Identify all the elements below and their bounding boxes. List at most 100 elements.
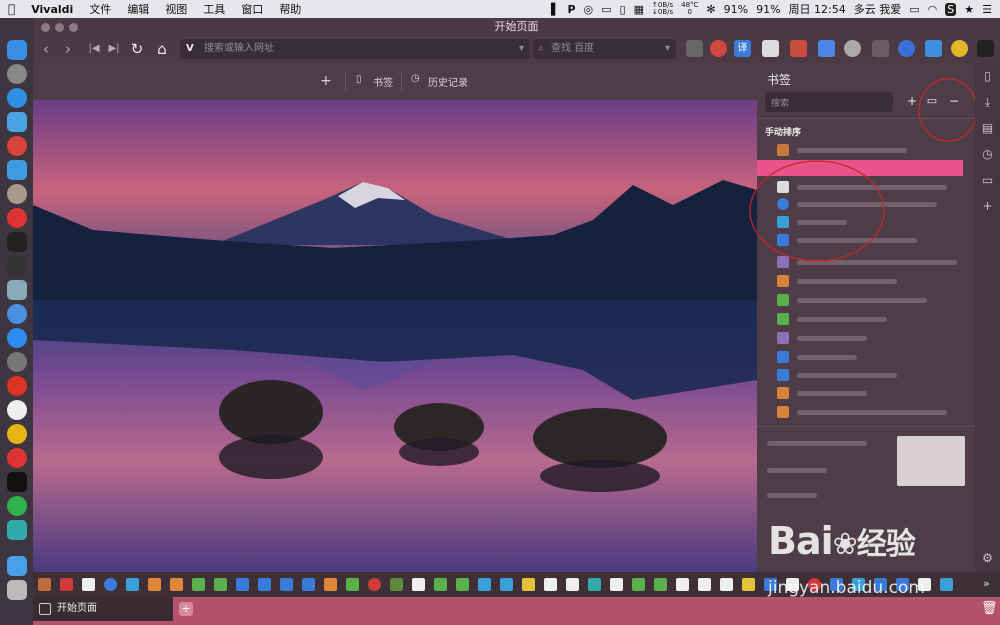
migration-icon[interactable] — [7, 160, 27, 180]
wifi-icon[interactable]: ◠ — [928, 3, 938, 16]
bookmark-bar-item-icon[interactable] — [500, 578, 513, 591]
reload-icon[interactable]: ↻ — [128, 40, 146, 58]
list-item[interactable] — [777, 369, 957, 382]
bookmark-bar-item-icon[interactable] — [456, 578, 469, 591]
bookmark-bar-item-icon[interactable] — [390, 578, 403, 591]
preview-icon[interactable] — [7, 280, 27, 300]
menu-file[interactable]: 文件 — [81, 1, 119, 17]
menu-tools[interactable]: 工具 — [195, 1, 233, 17]
bookmark-bar-item-icon[interactable] — [82, 578, 95, 591]
bookmark-bar-item-icon[interactable] — [698, 578, 711, 591]
ext-download-gray-icon[interactable] — [872, 40, 889, 57]
ext-bulb-icon[interactable] — [951, 40, 968, 57]
close-window-button[interactable] — [41, 23, 50, 32]
wechat-status-icon[interactable]: ◎ — [584, 3, 594, 16]
menu-list-icon[interactable]: ☰ — [982, 3, 992, 16]
bookmark-bar-item-icon[interactable] — [148, 578, 161, 591]
tab-start-page[interactable]: 开始页面 — [33, 597, 173, 621]
home-icon[interactable]: ⌂ — [153, 40, 171, 58]
bookmark-bar-item-icon[interactable] — [654, 578, 667, 591]
status-app-icon[interactable]: ▌ — [551, 3, 559, 16]
system-preferences-icon[interactable] — [7, 352, 27, 372]
list-item[interactable] — [777, 351, 957, 364]
add-panel-icon[interactable]: + — [980, 199, 995, 214]
list-item[interactable] — [777, 294, 957, 307]
window-icon[interactable]: ▯ — [620, 3, 626, 16]
menu-edit[interactable]: 编辑 — [119, 1, 157, 17]
ext-download-blue-icon[interactable] — [925, 40, 942, 57]
bookmark-bar-item-icon[interactable] — [38, 578, 51, 591]
grid-icon[interactable]: ▦ — [634, 3, 644, 16]
launchpad-icon[interactable] — [7, 64, 27, 84]
activity-monitor-icon[interactable] — [7, 232, 27, 252]
ext-translate-icon[interactable]: 译 — [734, 40, 751, 57]
zoom-window-button[interactable] — [69, 23, 78, 32]
bookmark-bar-item-icon[interactable] — [346, 578, 359, 591]
finder-icon[interactable] — [7, 40, 27, 60]
bookmark-bar-item-icon[interactable] — [258, 578, 271, 591]
bookmark-bar-item-icon[interactable] — [368, 578, 381, 591]
address-field[interactable]: V 搜索或输入网址 ▾ — [180, 39, 530, 59]
forward-icon[interactable]: › — [59, 40, 77, 58]
bookmark-bar-item-icon[interactable] — [610, 578, 623, 591]
window-panel-icon[interactable]: ▭ — [980, 173, 995, 188]
trash-icon[interactable]: 🗑 — [981, 601, 998, 616]
weather[interactable]: 多云 我爱 — [854, 1, 902, 17]
ext-shield-icon[interactable] — [790, 40, 807, 57]
list-item[interactable] — [777, 313, 957, 326]
list-item[interactable] — [777, 406, 957, 419]
bookmark-bar-item-icon[interactable] — [588, 578, 601, 591]
bluetooth-icon[interactable]: ✻ — [706, 3, 715, 16]
battery-icon[interactable]: ▭ — [909, 3, 919, 16]
bookmark-search-input[interactable]: 搜索 — [765, 92, 893, 112]
bookmark-bar-item-icon[interactable] — [60, 578, 73, 591]
netease-icon[interactable] — [7, 208, 27, 228]
bookmark-bar-item-icon[interactable] — [236, 578, 249, 591]
app-green-icon[interactable] — [7, 520, 27, 540]
ext-blue-circle-icon[interactable] — [898, 40, 915, 57]
ext-stop-icon[interactable] — [710, 40, 727, 57]
bookmark-bar-item-icon[interactable] — [632, 578, 645, 591]
trash-icon[interactable] — [7, 580, 27, 600]
fastforward-icon[interactable]: ▶| — [105, 40, 123, 58]
history-tab[interactable]: 历史记录 — [428, 74, 468, 89]
gear-icon[interactable] — [7, 184, 27, 204]
bookmark-bar-item-icon[interactable] — [742, 578, 755, 591]
bookmark-bar-item-icon[interactable] — [302, 578, 315, 591]
wechat-icon[interactable] — [7, 496, 27, 516]
bookmark-bar-item-icon[interactable] — [412, 578, 425, 591]
bookmark-bar-item-icon[interactable] — [566, 578, 579, 591]
status-p-icon[interactable]: P — [567, 3, 575, 16]
download-icon[interactable] — [7, 304, 27, 324]
bookmark-bar-item-icon[interactable] — [522, 578, 535, 591]
settings-gear-icon[interactable]: ⚙ — [980, 551, 995, 566]
bookmark-bar-item-icon[interactable] — [104, 578, 117, 591]
bookmark-bar-item-icon[interactable] — [126, 578, 139, 591]
bookmark-bar-item-icon[interactable] — [720, 578, 733, 591]
terminal-icon[interactable] — [7, 472, 27, 492]
add-speed-dial-button[interactable]: + — [320, 73, 332, 89]
back-icon[interactable]: ‹ — [37, 40, 55, 58]
bookmark-bar-item-icon[interactable] — [544, 578, 557, 591]
history-panel-icon[interactable]: ◷ — [980, 147, 995, 162]
downloads-panel-icon[interactable]: ⤓ — [980, 95, 995, 110]
list-item[interactable] — [777, 332, 957, 345]
rewind-icon[interactable]: |◀ — [85, 40, 103, 58]
menu-help[interactable]: 帮助 — [271, 1, 309, 17]
search-field[interactable]: ⌕ 查找 百度 ▾ — [533, 39, 676, 59]
apple-icon[interactable]:  — [0, 2, 23, 16]
display-icon[interactable]: ▭ — [601, 3, 611, 16]
bookmark-bar-item-icon[interactable] — [170, 578, 183, 591]
menu-view[interactable]: 视图 — [157, 1, 195, 17]
vivaldi-icon[interactable] — [7, 448, 27, 468]
folder-icon[interactable] — [7, 556, 27, 576]
bookmarks-panel-icon[interactable]: ▯ — [980, 69, 995, 84]
yandex-icon[interactable] — [7, 400, 27, 420]
bookmarks-tab[interactable]: 书签 — [373, 74, 393, 89]
bookmark-bar-item-icon[interactable] — [324, 578, 337, 591]
bookmark-bar-item-icon[interactable] — [478, 578, 491, 591]
more-bookmarks-icon[interactable]: » — [983, 577, 990, 590]
ext-grid-icon[interactable] — [686, 40, 703, 57]
ext-moon-icon[interactable] — [977, 40, 994, 57]
chevron-down-icon[interactable]: ▾ — [519, 39, 524, 59]
